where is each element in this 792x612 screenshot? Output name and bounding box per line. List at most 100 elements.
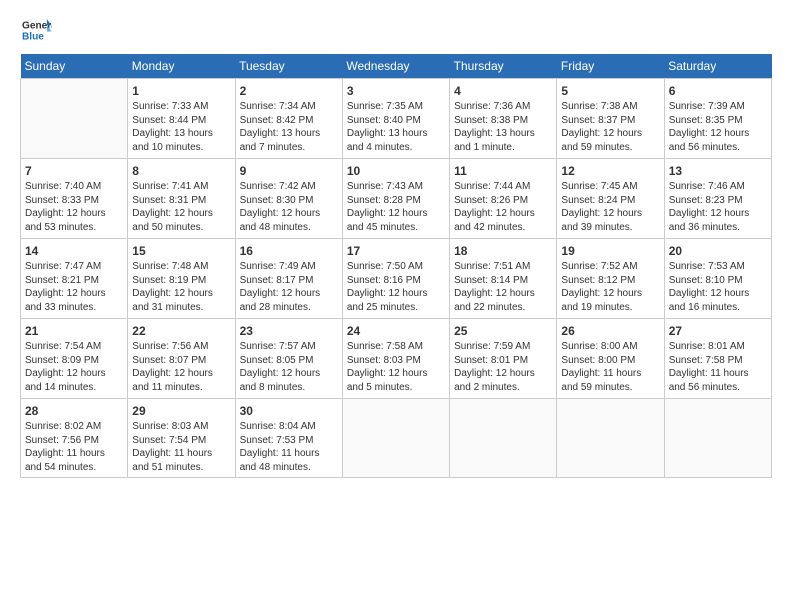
- day-info: Sunrise: 7:36 AM: [454, 100, 552, 114]
- day-info: Sunrise: 7:33 AM: [132, 100, 230, 114]
- calendar-cell: 25Sunrise: 7:59 AMSunset: 8:01 PMDayligh…: [450, 319, 557, 399]
- day-info: and 16 minutes.: [669, 301, 767, 315]
- day-number: 28: [25, 403, 123, 419]
- calendar-cell: 1Sunrise: 7:33 AMSunset: 8:44 PMDaylight…: [128, 79, 235, 159]
- day-info: Sunset: 8:37 PM: [561, 114, 659, 128]
- day-info: Daylight: 12 hours: [454, 287, 552, 301]
- day-number: 27: [669, 323, 767, 339]
- day-info: Sunset: 8:30 PM: [240, 194, 338, 208]
- calendar-cell: 30Sunrise: 8:04 AMSunset: 7:53 PMDayligh…: [235, 399, 342, 478]
- day-number: 10: [347, 163, 445, 179]
- logo: General Blue: [20, 16, 56, 44]
- day-info: Sunset: 8:01 PM: [454, 354, 552, 368]
- day-number: 18: [454, 243, 552, 259]
- day-number: 20: [669, 243, 767, 259]
- calendar-cell: 24Sunrise: 7:58 AMSunset: 8:03 PMDayligh…: [342, 319, 449, 399]
- weekday-header-wednesday: Wednesday: [342, 54, 449, 79]
- day-info: Daylight: 12 hours: [561, 207, 659, 221]
- day-info: Sunset: 8:07 PM: [132, 354, 230, 368]
- day-number: 1: [132, 83, 230, 99]
- day-info: Daylight: 12 hours: [25, 287, 123, 301]
- day-info: Sunset: 8:05 PM: [240, 354, 338, 368]
- day-number: 19: [561, 243, 659, 259]
- day-number: 12: [561, 163, 659, 179]
- day-info: and 59 minutes.: [561, 141, 659, 155]
- day-number: 4: [454, 83, 552, 99]
- day-info: and 45 minutes.: [347, 221, 445, 235]
- day-info: Sunset: 8:19 PM: [132, 274, 230, 288]
- calendar-cell: 11Sunrise: 7:44 AMSunset: 8:26 PMDayligh…: [450, 159, 557, 239]
- day-info: Daylight: 12 hours: [669, 207, 767, 221]
- day-info: Sunset: 8:16 PM: [347, 274, 445, 288]
- day-info: Sunset: 8:03 PM: [347, 354, 445, 368]
- day-info: Sunset: 7:54 PM: [132, 434, 230, 448]
- day-info: and 11 minutes.: [132, 381, 230, 395]
- weekday-header-row: SundayMondayTuesdayWednesdayThursdayFrid…: [21, 54, 772, 79]
- day-info: and 59 minutes.: [561, 381, 659, 395]
- day-info: Sunset: 7:53 PM: [240, 434, 338, 448]
- day-info: Sunrise: 7:56 AM: [132, 340, 230, 354]
- day-info: Daylight: 13 hours: [240, 127, 338, 141]
- day-info: Daylight: 13 hours: [132, 127, 230, 141]
- calendar-cell: [557, 399, 664, 478]
- day-info: Sunset: 8:33 PM: [25, 194, 123, 208]
- day-number: 6: [669, 83, 767, 99]
- day-info: Sunrise: 8:01 AM: [669, 340, 767, 354]
- day-info: and 33 minutes.: [25, 301, 123, 315]
- day-info: Daylight: 11 hours: [25, 447, 123, 461]
- weekday-header-friday: Friday: [557, 54, 664, 79]
- day-info: Daylight: 12 hours: [25, 207, 123, 221]
- day-number: 9: [240, 163, 338, 179]
- day-number: 5: [561, 83, 659, 99]
- day-info: Sunset: 8:42 PM: [240, 114, 338, 128]
- day-number: 15: [132, 243, 230, 259]
- week-row-2: 14Sunrise: 7:47 AMSunset: 8:21 PMDayligh…: [21, 239, 772, 319]
- weekday-header-thursday: Thursday: [450, 54, 557, 79]
- day-info: Daylight: 12 hours: [347, 367, 445, 381]
- day-info: Sunrise: 7:58 AM: [347, 340, 445, 354]
- day-info: Sunset: 8:24 PM: [561, 194, 659, 208]
- day-info: Sunrise: 8:02 AM: [25, 420, 123, 434]
- calendar-cell: 8Sunrise: 7:41 AMSunset: 8:31 PMDaylight…: [128, 159, 235, 239]
- page-container: General Blue SundayMondayTuesdayWednesda…: [0, 0, 792, 488]
- day-info: Sunrise: 7:50 AM: [347, 260, 445, 274]
- day-info: Sunrise: 7:35 AM: [347, 100, 445, 114]
- svg-text:Blue: Blue: [22, 31, 44, 42]
- day-info: and 22 minutes.: [454, 301, 552, 315]
- calendar-cell: 6Sunrise: 7:39 AMSunset: 8:35 PMDaylight…: [664, 79, 771, 159]
- calendar-cell: 7Sunrise: 7:40 AMSunset: 8:33 PMDaylight…: [21, 159, 128, 239]
- calendar-table: SundayMondayTuesdayWednesdayThursdayFrid…: [20, 54, 772, 478]
- day-number: 24: [347, 323, 445, 339]
- day-number: 13: [669, 163, 767, 179]
- calendar-cell: 2Sunrise: 7:34 AMSunset: 8:42 PMDaylight…: [235, 79, 342, 159]
- day-info: Daylight: 12 hours: [240, 207, 338, 221]
- day-info: and 51 minutes.: [132, 461, 230, 475]
- day-info: Sunset: 8:38 PM: [454, 114, 552, 128]
- day-info: Sunset: 8:23 PM: [669, 194, 767, 208]
- day-info: Sunset: 8:12 PM: [561, 274, 659, 288]
- day-info: Sunrise: 7:34 AM: [240, 100, 338, 114]
- day-info: Daylight: 12 hours: [561, 287, 659, 301]
- calendar-cell: 4Sunrise: 7:36 AMSunset: 8:38 PMDaylight…: [450, 79, 557, 159]
- day-info: and 48 minutes.: [240, 221, 338, 235]
- day-info: Sunrise: 8:04 AM: [240, 420, 338, 434]
- calendar-cell: 13Sunrise: 7:46 AMSunset: 8:23 PMDayligh…: [664, 159, 771, 239]
- week-row-3: 21Sunrise: 7:54 AMSunset: 8:09 PMDayligh…: [21, 319, 772, 399]
- day-info: Daylight: 12 hours: [454, 367, 552, 381]
- day-info: Sunrise: 7:39 AM: [669, 100, 767, 114]
- day-info: Sunrise: 7:45 AM: [561, 180, 659, 194]
- calendar-cell: 23Sunrise: 7:57 AMSunset: 8:05 PMDayligh…: [235, 319, 342, 399]
- day-info: and 28 minutes.: [240, 301, 338, 315]
- header: General Blue: [20, 16, 772, 44]
- day-info: Daylight: 12 hours: [454, 207, 552, 221]
- day-info: Sunrise: 7:42 AM: [240, 180, 338, 194]
- day-info: Daylight: 12 hours: [669, 127, 767, 141]
- day-info: and 39 minutes.: [561, 221, 659, 235]
- day-info: and 56 minutes.: [669, 381, 767, 395]
- day-number: 22: [132, 323, 230, 339]
- weekday-header-sunday: Sunday: [21, 54, 128, 79]
- day-info: Sunset: 8:26 PM: [454, 194, 552, 208]
- day-info: and 5 minutes.: [347, 381, 445, 395]
- day-number: 3: [347, 83, 445, 99]
- calendar-cell: 5Sunrise: 7:38 AMSunset: 8:37 PMDaylight…: [557, 79, 664, 159]
